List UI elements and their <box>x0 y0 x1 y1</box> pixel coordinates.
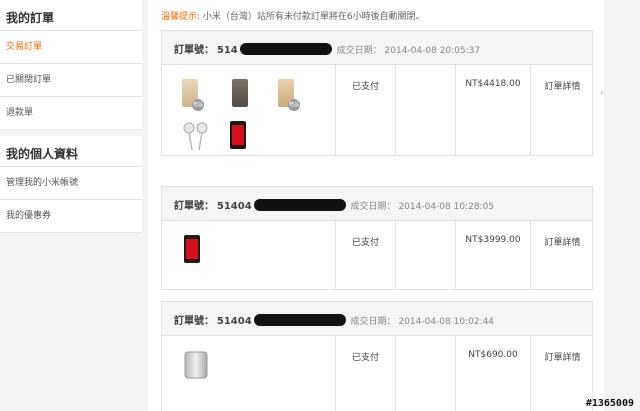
order-number-label: 訂單號： <box>174 316 214 327</box>
order-date-label: 成交日期： <box>336 46 382 56</box>
order-header: 訂單號： 514 成交日期： 2014-04-08 20:05:37 <box>162 31 592 65</box>
order-number: 514 <box>216 45 238 56</box>
watermark: #1365009 <box>585 398 634 409</box>
sidebar: 我的訂單 交易訂單 已關閉訂單 退款單 我的個人資料 管理我的小米帳號 我的優惠… <box>0 0 142 411</box>
notice-label: 溫馨提示: <box>161 12 201 22</box>
order-number-label: 訂單號： <box>174 201 214 212</box>
product-thumb[interactable]: 贈品 <box>182 79 204 111</box>
gift-badge: 贈品 <box>288 99 300 111</box>
case-product-icon <box>232 79 248 107</box>
order-detail-link[interactable]: 訂單詳情 <box>530 221 594 289</box>
profile-heading: 我的個人資料 <box>0 136 142 167</box>
order-card: 訂單號： 51404 成交日期： 2014-04-08 10:02:44 已支付… <box>161 301 593 411</box>
power-bank-icon <box>184 351 208 379</box>
product-thumb[interactable] <box>180 121 212 155</box>
order-amount: NT$4418.00 <box>455 65 530 155</box>
sidebar-item-transaction-orders[interactable]: 交易訂單 <box>0 31 142 64</box>
sidebar-item-coupons[interactable]: 我的優惠券 <box>0 200 142 233</box>
sidebar-item-refunds[interactable]: 退款單 <box>0 97 142 130</box>
phone-screen <box>186 239 198 259</box>
order-list-panel: 溫馨提示: 小米（台灣）站所有未付款訂單將在6小時後自動關閉。 訂單號： 514… <box>148 0 604 411</box>
earphones-icon <box>183 122 208 151</box>
order-status: 已支付 <box>335 65 395 155</box>
order-body: 已支付 NT$3999.00 訂單詳情 <box>162 221 592 289</box>
order-number: 51404 <box>216 316 252 327</box>
product-thumb[interactable] <box>230 121 246 149</box>
order-amount: NT$690.00 <box>455 336 530 411</box>
order-empty-cell <box>395 221 455 289</box>
order-amount: NT$3999.00 <box>455 221 530 289</box>
order-date-label: 成交日期： <box>350 202 396 212</box>
product-thumb[interactable] <box>182 350 210 384</box>
order-empty-cell <box>395 336 455 411</box>
order-body: 贈品 贈品 已支付 NT$4418.00 訂單詳情 <box>162 65 592 155</box>
order-detail-link[interactable]: 訂單詳情 <box>530 336 594 411</box>
notice-text: 小米（台灣）站所有未付款訂單將在6小時後自動關閉。 <box>202 12 425 22</box>
order-number-label: 訂單號： <box>174 45 214 56</box>
gift-badge: 贈品 <box>192 99 204 111</box>
redaction-bar <box>253 199 346 211</box>
phone-icon <box>184 235 200 263</box>
order-detail-link[interactable]: 訂單詳情 <box>530 65 594 155</box>
order-status: 已支付 <box>335 336 395 411</box>
order-header: 訂單號： 51404 成交日期： 2014-04-08 10:28:05 <box>162 187 592 221</box>
sidebar-item-closed-orders[interactable]: 已關閉訂單 <box>0 64 142 97</box>
product-thumb[interactable] <box>184 235 200 263</box>
order-empty-cell <box>395 65 455 155</box>
order-header: 訂單號： 51404 成交日期： 2014-04-08 10:02:44 <box>162 302 592 336</box>
product-thumb[interactable] <box>232 79 248 107</box>
notice-tip: 溫馨提示: 小米（台灣）站所有未付款訂單將在6小時後自動關閉。 <box>161 9 425 22</box>
order-status: 已支付 <box>335 221 395 289</box>
order-date-label: 成交日期： <box>350 317 396 327</box>
order-date: 2014-04-08 10:28:05 <box>398 202 495 212</box>
order-date: 2014-04-08 20:05:37 <box>384 46 481 56</box>
orders-heading: 我的訂單 <box>0 0 142 31</box>
order-card: 訂單號： 51404 成交日期： 2014-04-08 10:28:05 已支付… <box>161 186 593 290</box>
profile-nav-group: 我的個人資料 管理我的小米帳號 我的優惠券 <box>0 136 142 233</box>
phone-screen <box>232 125 244 145</box>
product-thumb[interactable]: 贈品 <box>278 79 300 111</box>
order-number: 51404 <box>216 201 252 212</box>
scroll-arrow-icon[interactable]: › <box>600 88 603 97</box>
redaction-bar <box>239 43 332 55</box>
order-body: 已支付 NT$690.00 訂單詳情 <box>162 336 592 411</box>
phone-icon <box>230 121 246 149</box>
orders-nav-group: 我的訂單 交易訂單 已關閉訂單 退款單 <box>0 0 142 130</box>
redaction-bar <box>253 314 346 326</box>
order-date: 2014-04-08 10:02:44 <box>398 317 495 327</box>
order-card: 訂單號： 514 成交日期： 2014-04-08 20:05:37 贈品 贈品 <box>161 30 593 156</box>
sidebar-item-manage-account[interactable]: 管理我的小米帳號 <box>0 167 142 200</box>
